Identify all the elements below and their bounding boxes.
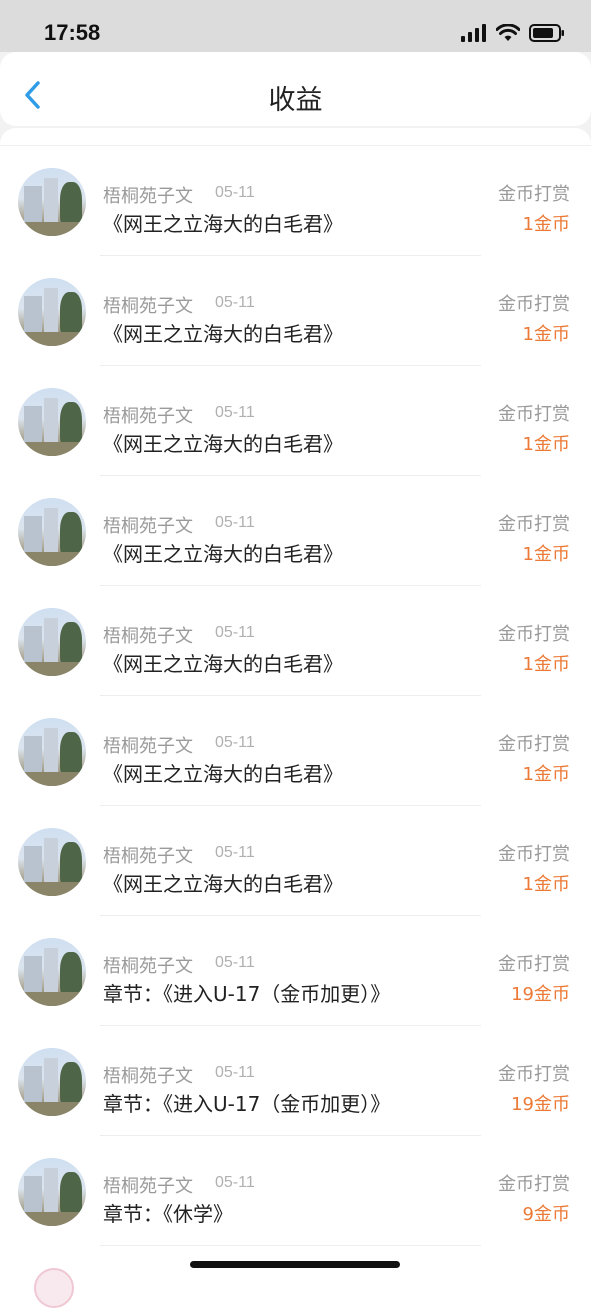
row-title: 《网王之立海大的白毛君》 [103, 652, 343, 676]
user-avatar [18, 1158, 86, 1226]
user-avatar [18, 718, 86, 786]
user-name: 梧桐苑子文 [103, 186, 193, 207]
user-name: 梧桐苑子文 [103, 1176, 193, 1197]
user-name: 梧桐苑子文 [103, 406, 193, 427]
row-date: 05-11 [215, 184, 255, 201]
user-name: 梧桐苑子文 [103, 626, 193, 647]
row-date: 05-11 [215, 1064, 255, 1081]
row-type: 金币打赏 [498, 184, 570, 205]
row-date: 05-11 [215, 1174, 255, 1191]
earnings-row[interactable]: 梧桐苑子文 05-11 《网王之立海大的白毛君》 金币打赏 1金币 [0, 806, 591, 916]
user-name: 梧桐苑子文 [103, 516, 193, 537]
user-name: 梧桐苑子文 [103, 846, 193, 867]
row-type: 金币打赏 [498, 1174, 570, 1195]
earnings-row[interactable]: 梧桐苑子文 05-11 章节：《休学》 金币打赏 9金币 [0, 1136, 591, 1246]
row-title: 《网王之立海大的白毛君》 [103, 432, 343, 456]
wifi-icon [496, 24, 520, 41]
row-amount: 1金币 [522, 434, 570, 455]
row-type: 金币打赏 [498, 844, 570, 865]
user-avatar [18, 168, 86, 236]
row-amount: 19金币 [511, 1094, 570, 1115]
row-title: 《网王之立海大的白毛君》 [103, 542, 343, 566]
row-amount: 1金币 [522, 324, 570, 345]
cellular-signal-icon [461, 24, 486, 42]
row-type: 金币打赏 [498, 954, 570, 975]
user-avatar [18, 938, 86, 1006]
row-type: 金币打赏 [498, 404, 570, 425]
row-type: 金币打赏 [498, 734, 570, 755]
user-name: 梧桐苑子文 [103, 296, 193, 317]
row-date: 05-11 [215, 514, 255, 531]
row-date: 05-11 [215, 734, 255, 751]
user-avatar [18, 828, 86, 896]
row-title: 章节：《进入U-17（金币加更）》 [103, 982, 391, 1006]
user-name: 梧桐苑子文 [103, 956, 193, 977]
row-amount: 1金币 [522, 874, 570, 895]
battery-icon [529, 24, 564, 42]
user-avatar [18, 278, 86, 346]
row-title: 《网王之立海大的白毛君》 [103, 762, 343, 786]
earnings-row[interactable]: 梧桐苑子文 05-11 《网王之立海大的白毛君》 金币打赏 1金币 [0, 696, 591, 806]
row-divider [100, 1245, 481, 1246]
row-type: 金币打赏 [498, 1064, 570, 1085]
row-date: 05-11 [215, 294, 255, 311]
row-date: 05-11 [215, 624, 255, 641]
row-title: 章节：《进入U-17（金币加更）》 [103, 1092, 391, 1116]
status-icons [461, 24, 565, 42]
user-avatar [18, 1048, 86, 1116]
earnings-row[interactable]: 梧桐苑子文 05-11 章节：《进入U-17（金币加更）》 金币打赏 19金币 [0, 916, 591, 1026]
row-amount: 1金币 [522, 654, 570, 675]
row-date: 05-11 [215, 404, 255, 421]
row-date: 05-11 [215, 954, 255, 971]
row-title: 《网王之立海大的白毛君》 [103, 872, 343, 896]
row-date: 05-11 [215, 844, 255, 861]
next-row-avatar [34, 1268, 74, 1308]
page-title: 收益 [268, 85, 323, 116]
earnings-row[interactable]: 梧桐苑子文 05-11 《网王之立海大的白毛君》 金币打赏 1金币 [0, 476, 591, 586]
user-avatar [18, 498, 86, 566]
earnings-row[interactable]: 梧桐苑子文 05-11 《网王之立海大的白毛君》 金币打赏 1金币 [0, 366, 591, 476]
row-type: 金币打赏 [498, 624, 570, 645]
home-indicator[interactable] [190, 1261, 400, 1268]
user-name: 梧桐苑子文 [103, 1066, 193, 1087]
earnings-row[interactable]: 梧桐苑子文 05-11 《网王之立海大的白毛君》 金币打赏 1金币 [0, 586, 591, 696]
row-amount: 19金币 [511, 984, 570, 1005]
user-avatar [18, 608, 86, 676]
row-amount: 1金币 [522, 544, 570, 565]
earnings-row[interactable]: 梧桐苑子文 05-11 《网王之立海大的白毛君》 金币打赏 1金币 [0, 146, 591, 256]
row-amount: 1金币 [522, 764, 570, 785]
user-avatar [18, 388, 86, 456]
status-time: 17:58 [44, 20, 101, 45]
row-title: 《网王之立海大的白毛君》 [103, 322, 343, 346]
row-amount: 9金币 [522, 1204, 570, 1225]
row-title: 《网王之立海大的白毛君》 [103, 212, 343, 236]
earnings-row[interactable]: 梧桐苑子文 05-11 章节：《进入U-17（金币加更）》 金币打赏 19金币 [0, 1026, 591, 1136]
row-type: 金币打赏 [498, 294, 570, 315]
row-type: 金币打赏 [498, 514, 570, 535]
row-amount: 1金币 [522, 214, 570, 235]
status-bar: 17:58 [0, 0, 591, 52]
user-name: 梧桐苑子文 [103, 736, 193, 757]
earnings-row[interactable]: 梧桐苑子文 05-11 《网王之立海大的白毛君》 金币打赏 1金币 [0, 256, 591, 366]
row-title: 章节：《休学》 [103, 1202, 233, 1226]
